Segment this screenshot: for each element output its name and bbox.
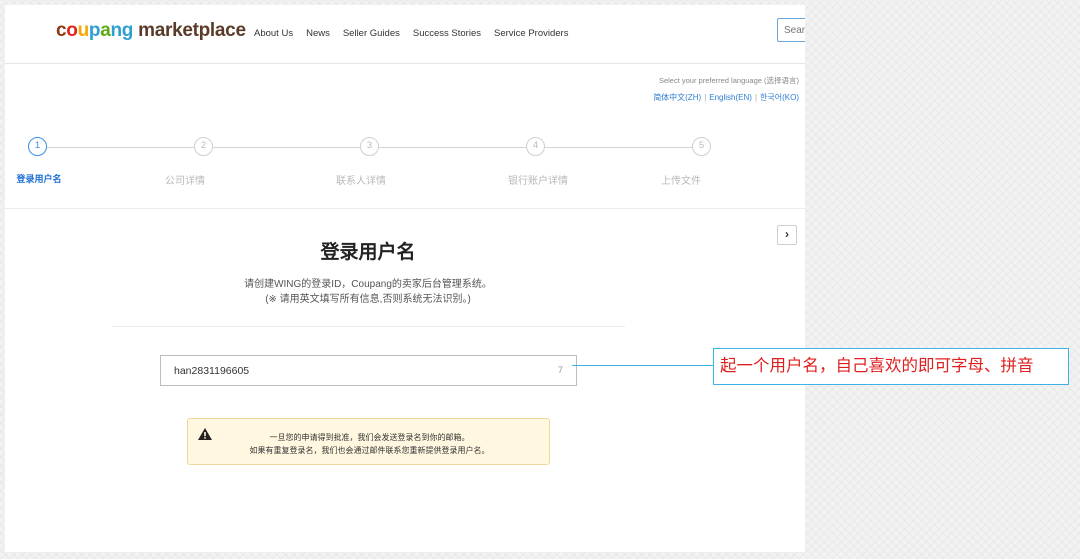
logo-letter: a	[100, 20, 111, 41]
step-5-label: 上传文件	[661, 176, 701, 187]
username-input[interactable]	[161, 356, 557, 385]
logo-marketplace: marketplace	[138, 20, 246, 41]
nav-seller-guides[interactable]: Seller Guides	[343, 28, 400, 39]
step-connector	[213, 147, 360, 148]
notice-line-2: 如果有重复登录名，我们也会通过邮件联系您重新提供登录用户名。	[249, 446, 490, 455]
step-3-circle: 3	[360, 137, 379, 156]
annotation-callout: 起一个用户名，自己喜欢的即可字母、拼音	[713, 348, 1069, 385]
step-5-circle: 5	[692, 137, 711, 156]
lang-ko[interactable]: 한국어(KO)	[760, 93, 799, 102]
form-description-note: (※ 请用英文填写所有信息,否则系统无法识别。)	[265, 294, 471, 305]
annotation-connector	[572, 365, 714, 366]
nav-success-stories[interactable]: Success Stories	[413, 28, 481, 39]
coupang-logo[interactable]: coupang marketplace	[56, 20, 246, 42]
nav-service-providers[interactable]: Service Providers	[494, 28, 568, 39]
page-title: 登录用户名	[320, 242, 416, 263]
form-description: 请创建WING的登录ID，Coupang的卖家后台管理系统。	[244, 279, 492, 290]
language-selector: 简体中文(ZH) | English(EN) | 한국어(KO)	[653, 92, 799, 103]
step-connector	[545, 147, 692, 148]
search-input[interactable]	[777, 18, 805, 42]
signup-page: coupang marketplace About Us News Seller…	[5, 5, 805, 552]
notice-box: 一旦您的申请得到批准，我们会发送登录名到你的邮箱。 如果有重复登录名，我们也会通…	[187, 418, 550, 465]
notice-line-1: 一旦您的申请得到批准，我们会发送登录名到你的邮箱。	[269, 433, 470, 442]
logo-letter: c	[56, 20, 67, 41]
progress-stepper: 1 2 3 4 5 登录用户名 公司详情 联系人详情 银行账户详情 上传文件	[5, 137, 805, 197]
site-header: coupang marketplace About Us News Seller…	[5, 5, 805, 64]
logo-letter: o	[66, 20, 78, 41]
form-divider	[112, 326, 625, 327]
logo-letter: p	[88, 20, 101, 41]
chevron-right-icon: ›	[785, 227, 789, 241]
char-counter: 7	[557, 365, 563, 376]
language-prompt: Select your preferred language (选择语言)	[658, 76, 799, 85]
logo-letter: ng	[110, 20, 134, 41]
lang-separator: |	[754, 93, 758, 102]
step-3-label: 联系人详情	[336, 176, 386, 187]
next-step-button[interactable]: ›	[777, 225, 797, 245]
lang-zh[interactable]: 简体中文(ZH)	[653, 93, 701, 102]
step-1-circle: 1	[28, 137, 47, 156]
step-4-label: 银行账户详情	[508, 176, 568, 187]
step-connector	[47, 147, 194, 148]
nav-news[interactable]: News	[306, 28, 330, 39]
nav-about-us[interactable]: About Us	[254, 28, 293, 39]
step-4-circle: 4	[526, 137, 545, 156]
section-divider	[5, 208, 805, 209]
lang-separator: |	[704, 93, 707, 102]
step-connector	[379, 147, 526, 148]
step-2-label: 公司详情	[165, 176, 205, 187]
step-1-label: 登录用户名	[16, 174, 62, 184]
logo-letter: u	[77, 20, 90, 41]
top-nav: About Us News Seller Guides Success Stor…	[254, 28, 568, 39]
username-field: 7	[160, 355, 577, 386]
lang-en[interactable]: English(EN)	[709, 93, 752, 102]
step-2-circle: 2	[194, 137, 213, 156]
